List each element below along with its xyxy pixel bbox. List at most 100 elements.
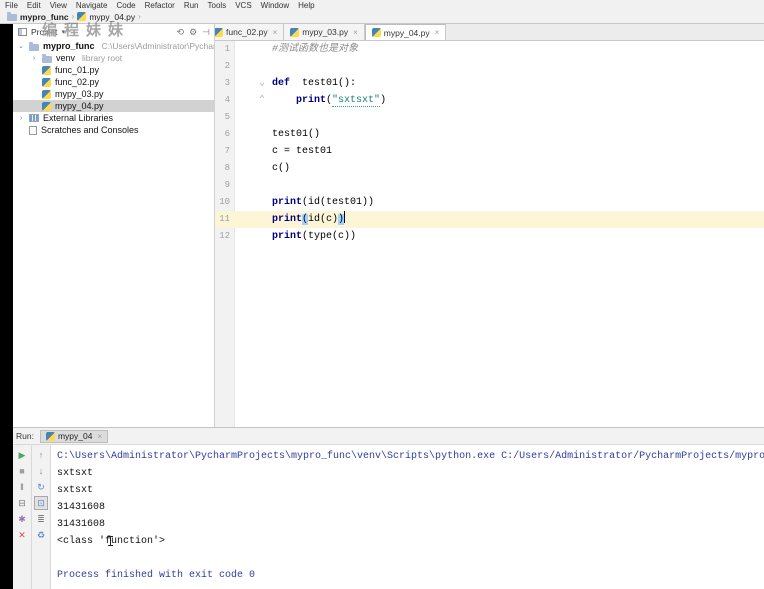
refresh-icon[interactable]: ⟲ — [177, 24, 185, 40]
line-number[interactable]: 4 — [215, 92, 234, 109]
line-number[interactable]: 6 — [215, 126, 234, 143]
menu-bar: File Edit View Navigate Code Refactor Run Tools… — [0, 0, 764, 10]
token-kw: def — [272, 78, 291, 89]
menu-item-help[interactable]: Help — [298, 1, 314, 10]
code-line[interactable]: 8 c() — [215, 160, 764, 177]
menu-item-refactor[interactable]: Refactor — [145, 1, 175, 10]
pause-output-button[interactable]: ‖ — [15, 480, 29, 494]
token-kw: print — [272, 231, 303, 242]
line-number[interactable]: 5 — [215, 109, 234, 126]
tree-item-mypro-func[interactable]: ⌄ mypro_func C:\Users\Administrator\Pychar… — [13, 40, 214, 52]
tab-mypy-04[interactable]: mypy_04.py × — [364, 24, 447, 40]
tree-chevron-icon[interactable]: › — [30, 55, 38, 62]
tree-item-func-02[interactable]: func_02.py — [13, 76, 214, 88]
softwrap-button[interactable]: ↻ — [34, 480, 48, 494]
pin-tab-button[interactable]: ✱ — [15, 512, 29, 526]
line-number[interactable]: 2 — [215, 58, 234, 75]
breadcrumb-item-mypy_04.py[interactable]: mypy_04.py — [77, 12, 135, 22]
menu-item-window[interactable]: Window — [261, 1, 289, 10]
line-number[interactable]: 12 — [215, 228, 234, 245]
code-line[interactable]: 7 c = test01 — [215, 143, 764, 160]
console-line: sxtsxt — [57, 485, 94, 496]
menu-item-run[interactable]: Run — [184, 1, 199, 10]
scroll-to-end-button[interactable]: ⊡ — [34, 496, 48, 510]
folder-icon — [42, 53, 52, 63]
code-text: #测试函数也是对象 — [269, 41, 358, 58]
code-line[interactable]: 6 test01() — [215, 126, 764, 143]
up-stacktrace-button[interactable]: ↑ — [34, 448, 48, 462]
py-icon — [42, 89, 51, 99]
close-icon[interactable]: × — [273, 28, 278, 37]
code-line[interactable]: 12 print(type(c)) — [215, 228, 764, 245]
breadcrumb-label: mypy_04.py — [89, 11, 136, 22]
rerun-button[interactable]: ▶ — [15, 448, 29, 462]
tree-label: External Libraries — [43, 113, 114, 123]
tree-chevron-icon[interactable]: ⌄ — [17, 42, 25, 50]
line-number[interactable]: 3 — [215, 75, 234, 92]
fold-marker-icon — [234, 143, 269, 160]
line-number[interactable]: 7 — [215, 143, 234, 160]
line-number[interactable]: 9 — [215, 177, 234, 194]
line-number[interactable]: 11 — [215, 211, 234, 228]
restore-layout-button[interactable]: ⊟ — [15, 496, 29, 510]
console-output[interactable]: C:\Users\Administrator\PycharmProjects\m… — [51, 445, 764, 589]
run-header: Run: mypy_04 × — [0, 428, 764, 445]
code-text: print(type(c)) — [269, 228, 356, 245]
hide-panel-icon[interactable]: ⊣ — [202, 24, 210, 40]
clear-all-button[interactable]: ♻ — [34, 528, 48, 542]
breadcrumb-label: mypro_func — [20, 11, 69, 22]
code-line[interactable]: 4 ⌃ print("sxtsxt") — [215, 92, 764, 109]
code-line[interactable]: 1 #测试函数也是对象 — [215, 41, 764, 58]
menu-item-file[interactable]: File — [5, 1, 18, 10]
code-line[interactable]: 5 — [215, 109, 764, 126]
tab-func-02[interactable]: func_02.py × — [215, 24, 285, 40]
code-line[interactable]: 9 — [215, 177, 764, 194]
code-line[interactable]: 11 print(id(c)) — [215, 211, 764, 228]
code-line[interactable]: 2 — [215, 58, 764, 75]
settings-gear-icon[interactable]: ⚙ — [189, 24, 197, 40]
tree-item-func-01[interactable]: func_01.py — [13, 64, 214, 76]
run-tab-mypy-04[interactable]: mypy_04 × — [39, 429, 109, 443]
line-number[interactable]: 8 — [215, 160, 234, 177]
token-kw: print — [272, 197, 303, 208]
fold-marker-icon[interactable]: ⌄ — [234, 75, 269, 92]
close-icon[interactable]: × — [435, 28, 440, 37]
project-panel-title[interactable]: Project — [31, 27, 57, 37]
run-tool-window: Run: mypy_04 × ▶ ■ ‖ ⊟ ✱ ✕ ↑ ↓ ↻ ⊡ ≣ ♻ C:\Users\Ad… — [0, 427, 764, 589]
editor-body[interactable]: 1 #测试函数也是对象 2 3 ⌄ def test01(): 4 ⌃ print("sxts… — [215, 41, 764, 427]
tree-item-venv[interactable]: › venv library root — [13, 52, 214, 64]
tree-item-scratches[interactable]: Scratches and Consoles — [13, 124, 214, 136]
menu-item-vcs[interactable]: VCS — [235, 1, 251, 10]
tree-item-external-libraries[interactable]: › External Libraries — [13, 112, 214, 124]
tree-item-mypy-04[interactable]: mypy_04.py — [13, 100, 214, 112]
code-text: test01() — [269, 126, 320, 143]
print-button[interactable]: ≣ — [34, 512, 48, 526]
close-button[interactable]: ✕ — [15, 528, 29, 542]
breadcrumb-separator: › — [138, 12, 141, 21]
stop-button[interactable]: ■ — [15, 464, 29, 478]
menu-item-navigate[interactable]: Navigate — [76, 1, 108, 10]
down-stacktrace-button[interactable]: ↓ — [34, 464, 48, 478]
close-icon[interactable]: × — [353, 28, 358, 37]
tree-chevron-icon[interactable]: › — [17, 115, 25, 122]
text-caret — [344, 211, 346, 223]
menu-item-code[interactable]: Code — [116, 1, 135, 10]
menu-item-view[interactable]: View — [50, 1, 67, 10]
breadcrumb-item-mypro_func[interactable]: mypro_func — [7, 12, 69, 22]
line-number[interactable]: 10 — [215, 194, 234, 211]
editor-tab-label: func_02.py — [226, 27, 268, 37]
tab-mypy-03[interactable]: mypy_03.py × — [284, 24, 365, 40]
menu-item-edit[interactable]: Edit — [27, 1, 41, 10]
editor-tab-bar: func_02.py × mypy_03.py × mypy_04.py × — [215, 24, 764, 41]
line-number[interactable]: 1 — [215, 41, 234, 58]
code-line[interactable]: 3 ⌄ def test01(): — [215, 75, 764, 92]
tree-item-mypy-03[interactable]: mypy_03.py — [13, 88, 214, 100]
token-plain: test01() — [272, 129, 321, 140]
breadcrumb-separator: › — [71, 12, 75, 21]
chevron-down-icon[interactable]: ▾ — [61, 28, 65, 36]
close-icon[interactable]: × — [97, 432, 102, 441]
code-line[interactable]: 10 print(id(test01)) — [215, 194, 764, 211]
menu-item-tools[interactable]: Tools — [208, 1, 227, 10]
fold-marker-icon[interactable]: ⌃ — [234, 92, 269, 109]
